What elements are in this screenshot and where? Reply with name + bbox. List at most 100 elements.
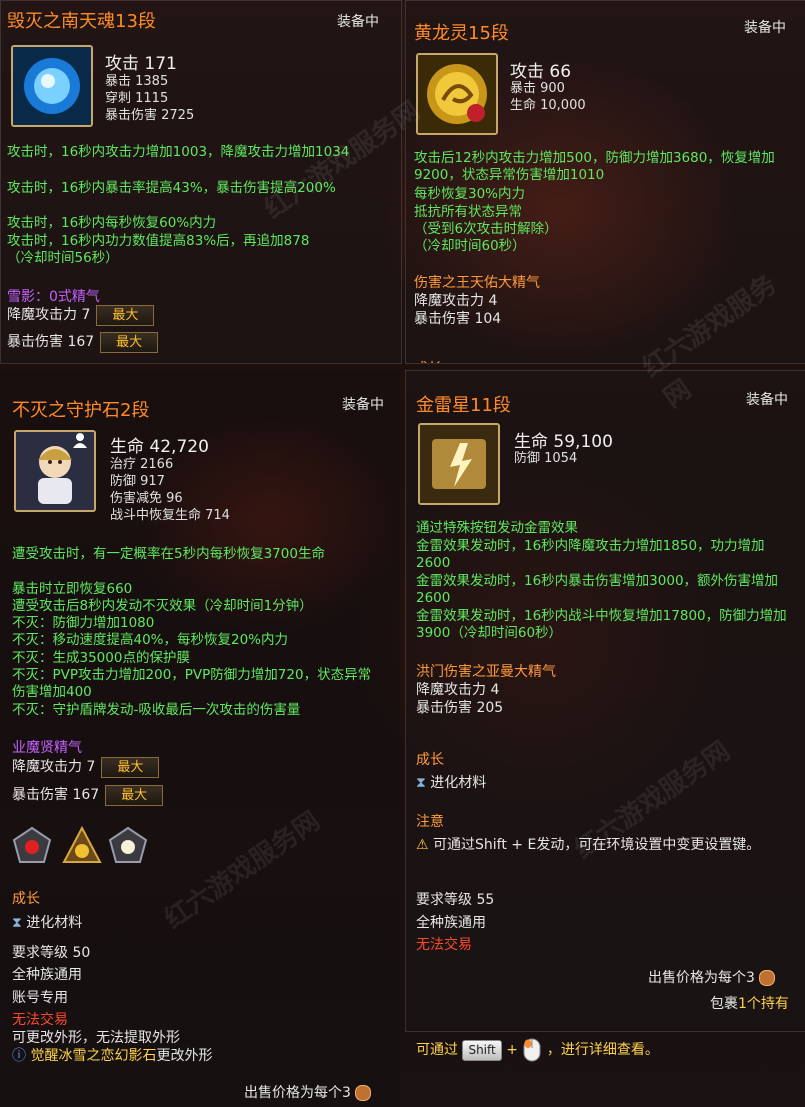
item-icon[interactable]: [416, 53, 498, 135]
item-title: 毁灭之南天魂13段: [7, 11, 156, 32]
info-line: 全种族通用: [416, 915, 486, 931]
essence-title: 洪门伤害之亚曼大精气: [416, 664, 556, 680]
item-title: 金雷星11段: [416, 395, 511, 416]
stat-line: 防御 917: [110, 474, 165, 489]
stat-line: 暴击 900: [510, 81, 565, 96]
red-gem-slot-icon[interactable]: [12, 826, 52, 866]
info-line: 全种族通用: [12, 967, 82, 983]
effect-line: 攻击时，16秒内每秒恢复60%内力: [7, 215, 217, 231]
detail-hint-row: 可通过 Shift + ，进行详细查看。: [416, 1037, 659, 1063]
stat-line: 治疗 2166: [110, 457, 174, 472]
effect-line: 金雷效果发动时，16秒内战斗中恢复增加17800，防御力增加3900（冷却时间6…: [416, 608, 787, 641]
effect-line: 不灭：移动速度提高40%，每秒恢复20%内力: [12, 632, 289, 648]
essence-stat-row: 降魔攻击力 7 最大: [12, 756, 160, 778]
copper-coin-icon: [355, 1085, 372, 1101]
untradeable-label: 无法交易: [416, 937, 472, 953]
crystal-orb-icon: [13, 47, 91, 125]
mouse-icon[interactable]: [522, 1037, 542, 1063]
golden-thunder-icon: [420, 425, 498, 503]
sell-price-row: 出售价格为每个3: [244, 1082, 372, 1102]
item-icon[interactable]: [418, 423, 500, 505]
tooltip-panel-guardian-stone: 不灭之守护石2段 装备中 生命 42,720 治疗 2166 防御 917 伤害…: [0, 370, 400, 1107]
bag-prefix: 包裹: [710, 996, 738, 1012]
warning-icon: ⚠: [416, 837, 429, 853]
effect-line: （冷却时间60秒）: [414, 238, 526, 254]
shift-key[interactable]: Shift: [462, 1039, 502, 1061]
appearance-stone[interactable]: 觉醒冰雪之恋幻影石: [30, 1048, 156, 1064]
effect-line: （受到6次攻击时解除）: [414, 221, 558, 237]
stat-line: 暴击伤害 2725: [105, 108, 195, 123]
untradeable-label: 无法交易: [12, 1012, 68, 1028]
essence-stat: 暴击伤害 205: [416, 700, 504, 716]
max-button[interactable]: 最大: [100, 331, 159, 353]
sell-price: 出售价格为每个3: [244, 1085, 351, 1101]
stat-line: 战斗中恢复生命 714: [110, 508, 230, 523]
note-title: 注意: [416, 814, 444, 830]
effect-line: 金雷效果发动时，16秒内暴击伤害增加3000，额外伤害增加2600: [416, 573, 779, 606]
stat-line: 防御 1054: [514, 451, 578, 466]
essence-stat: 暴击伤害 104: [414, 311, 502, 327]
bag-count: 1个持有: [738, 996, 789, 1012]
max-button[interactable]: 最大: [96, 304, 155, 326]
sell-price: 出售价格为每个3: [648, 970, 755, 986]
effect-line: 通过特殊按钮发动金雷效果: [416, 520, 578, 536]
effect-line: 攻击时，16秒内功力数值提高83%后，再追加878: [7, 233, 310, 249]
bag-count-row: 包裹1个持有: [710, 993, 789, 1013]
max-button[interactable]: 最大: [105, 784, 164, 806]
stat-line: 伤害减免 96: [110, 491, 183, 506]
essence-stat-row: 降魔攻击力 7 最大: [7, 304, 155, 326]
hint-prefix: 可通过: [416, 1042, 458, 1058]
info-icon: ⓘ: [12, 1048, 26, 1064]
growth-label: 成长: [12, 891, 40, 907]
tooltip-panel-nantian-soul: 毁灭之南天魂13段 装备中 攻击 171 暴击 1385 穿刺 1115 暴击伤…: [0, 0, 402, 364]
essence-title: 雪影：0式精气: [7, 289, 100, 305]
growth-label: 成长: [416, 752, 444, 768]
essence-stat-row: 暴击伤害 167 最大: [12, 784, 164, 806]
hourglass-icon: ⧗: [416, 775, 426, 791]
appearance-stone-row: ⓘ 觉醒冰雪之恋幻影石更改外形: [12, 1045, 212, 1065]
growth-item: 进化材料: [26, 915, 83, 931]
effect-line: 不灭：守护盾牌发动-吸收最后一次攻击的伤害量: [12, 702, 301, 718]
item-icon[interactable]: [11, 45, 93, 127]
effect-line: 金雷效果发动时，16秒内降魔攻击力增加1850，功力增加2600: [416, 538, 765, 571]
effect-line: 抵抗所有状态异常: [414, 204, 522, 220]
appearance-note: 可更改外形，无法提取外形: [12, 1030, 180, 1046]
effect-line: 遭受攻击后8秒内发动不灭效果（冷却时间1分钟）: [12, 598, 313, 614]
growth-item: 进化材料: [430, 775, 487, 791]
essence-stat-row: 暴击伤害 167 最大: [7, 331, 159, 353]
stat-line: 暴击 1385: [105, 74, 169, 89]
stat-line: 穿刺 1115: [105, 91, 169, 106]
growth-label: 成长: [414, 358, 442, 363]
gold-gem-slot-icon[interactable]: [62, 826, 102, 866]
effect-line: （冷却时间56秒）: [7, 250, 119, 266]
essence-stat: 暴击伤害 167: [7, 334, 95, 350]
person-icon: [73, 433, 87, 448]
essence-stat: 降魔攻击力 4: [414, 293, 498, 309]
info-line: 账号专用: [12, 990, 68, 1006]
effect-line: 不灭：PVP攻击力增加200，PVP防御力增加720，状态异常伤害增加400: [12, 667, 372, 700]
sell-price-row: 出售价格为每个3: [648, 967, 776, 987]
effect-line: 遭受攻击时，有一定概率在5秒内每秒恢复3700生命: [12, 546, 325, 562]
essence-stat: 暴击伤害 167: [12, 787, 100, 803]
hint-plus: +: [506, 1042, 518, 1058]
main-stat: 攻击 66: [510, 62, 572, 82]
growth-item-row: ⧗ 进化材料: [416, 772, 486, 792]
equipped-label: 装备中: [744, 20, 786, 36]
hourglass-icon: ⧗: [12, 915, 22, 931]
hint-suffix: ，进行详细查看。: [546, 1042, 659, 1058]
effect-line: 暴击时立即恢复660: [12, 581, 133, 597]
copper-coin-icon: [759, 970, 776, 986]
max-button[interactable]: 最大: [101, 756, 160, 778]
essence-title: 伤害之王天佑大精气: [414, 275, 540, 291]
main-stat: 生命 42,720: [110, 437, 209, 457]
equipped-label: 装备中: [342, 397, 384, 413]
appearance-suffix: 更改外形: [156, 1048, 213, 1064]
item-title: 黄龙灵15段: [414, 23, 509, 44]
white-gem-slot-icon[interactable]: [108, 826, 148, 866]
essence-stat: 降魔攻击力 4: [416, 682, 500, 698]
effect-line: 不灭：生成35000点的保护膜: [12, 650, 190, 666]
main-stat: 生命 59,100: [514, 432, 613, 452]
info-line: 要求等级 55: [416, 892, 495, 908]
item-title: 不灭之守护石2段: [12, 400, 150, 421]
golden-dragon-icon: [418, 55, 496, 133]
